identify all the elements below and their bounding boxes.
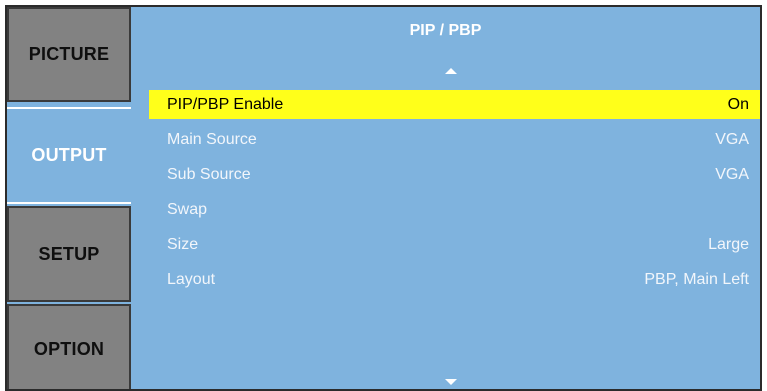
row-label: PIP/PBP Enable — [167, 95, 284, 113]
row-size[interactable]: Size Large — [149, 227, 760, 262]
tab-picture-label: PICTURE — [28, 44, 110, 64]
row-label: Swap — [167, 200, 208, 218]
row-label: Main Source — [167, 130, 257, 148]
tab-setup-label: SETUP — [38, 243, 100, 264]
row-value: Large — [708, 235, 749, 253]
tab-output-label: OUTPUT — [31, 145, 107, 165]
row-value: PBP, Main Left — [644, 270, 749, 288]
row-layout[interactable]: Layout PBP, Main Left — [149, 262, 760, 297]
tab-option-label: OPTION — [33, 339, 105, 359]
row-main-source[interactable]: Main Source VGA — [149, 122, 760, 157]
tab-picture[interactable]: PICTURE — [7, 7, 131, 102]
row-value: VGA — [715, 165, 749, 183]
tab-option[interactable]: OPTION — [7, 304, 131, 389]
tab-output[interactable]: OUTPUT — [7, 107, 131, 204]
settings-panel: PIP / PBP PIP/PBP Enable On Main Source … — [131, 7, 760, 389]
row-sub-source[interactable]: Sub Source VGA — [149, 157, 760, 192]
row-pip-pbp-enable[interactable]: PIP/PBP Enable On — [149, 90, 760, 119]
row-value: VGA — [715, 130, 749, 148]
row-label: Layout — [167, 270, 216, 288]
tab-setup[interactable]: SETUP — [7, 206, 131, 302]
scroll-down-icon[interactable] — [445, 379, 457, 385]
scroll-up-icon[interactable] — [445, 68, 457, 74]
row-swap[interactable]: Swap — [149, 192, 760, 227]
row-value: On — [727, 95, 749, 113]
row-label: Sub Source — [167, 165, 251, 183]
settings-list: PIP/PBP Enable On Main Source VGA Sub So… — [149, 90, 760, 297]
sidebar: PICTURE OUTPUT SETUP OPTION — [7, 7, 131, 389]
osd-menu: PICTURE OUTPUT SETUP OPTION PIP / PBP PI… — [5, 5, 762, 391]
row-label: Size — [167, 235, 199, 253]
panel-title: PIP / PBP — [409, 22, 482, 39]
